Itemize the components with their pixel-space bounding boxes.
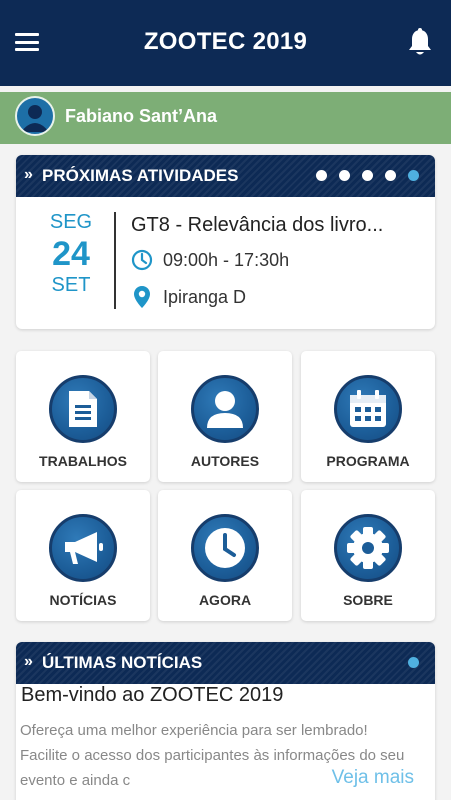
carousel-dots — [316, 170, 419, 181]
upcoming-activities-card: » PRÓXIMAS ATIVIDADES SEG 24 SET GT8 - R… — [16, 155, 435, 329]
user-name: Fabiano Sant’Ana — [65, 106, 218, 126]
read-more-link[interactable]: Veja mais — [309, 767, 414, 789]
menu-tile-agora[interactable]: AGORA — [158, 490, 292, 621]
app-title: ZOOTEC 2019 — [143, 28, 308, 55]
carousel-dot[interactable] — [385, 170, 396, 181]
menu-tile-autores[interactable]: AUTORES — [158, 351, 292, 482]
double-chevron-icon: » — [24, 166, 33, 183]
app-header: ZOOTEC 2019 — [0, 0, 451, 86]
event-date: SEG 24 SET — [16, 211, 126, 297]
event-time: 09:00h - 17:30h — [163, 249, 290, 270]
bell-icon[interactable] — [407, 28, 433, 56]
event-location-row: Ipiranga D — [131, 285, 246, 309]
event-time-row: 09:00h - 17:30h — [131, 249, 289, 271]
menu-tile-programa[interactable]: PROGRAMA — [301, 351, 435, 482]
menu-label: NOTÍCIAS — [49, 592, 117, 608]
gear-icon — [334, 514, 402, 582]
calendar-icon — [334, 375, 402, 443]
date-divider — [114, 212, 116, 309]
upcoming-activities-header: » PRÓXIMAS ATIVIDADES — [16, 155, 435, 197]
menu-tile-trabalhos[interactable]: TRABALHOS — [16, 351, 150, 482]
latest-news-header: » ÚLTIMAS NOTÍCIAS — [16, 642, 435, 684]
user-bar[interactable]: Fabiano Sant’Ana — [0, 92, 451, 144]
event-location: Ipiranga D — [163, 286, 247, 307]
megaphone-icon — [49, 514, 117, 582]
menu-label: AUTORES — [190, 453, 260, 469]
menu-label: AGORA — [198, 592, 252, 608]
document-icon — [49, 375, 117, 443]
user-avatar-icon — [15, 96, 55, 136]
location-pin-icon — [134, 286, 150, 308]
upcoming-activities-title: PRÓXIMAS ATIVIDADES — [42, 166, 239, 185]
menu-label: PROGRAMA — [326, 453, 410, 469]
menu-tile-sobre[interactable]: SOBRE — [301, 490, 435, 621]
clock-icon — [131, 249, 153, 271]
event-day: 24 — [52, 235, 90, 273]
menu-label: SOBRE — [343, 592, 393, 608]
event-month: SET — [51, 274, 91, 296]
menu-tile-noticias[interactable]: NOTÍCIAS — [16, 490, 150, 621]
news-headline[interactable]: Bem-vindo ao ZOOTEC 2019 — [21, 684, 283, 707]
carousel-dot[interactable] — [362, 170, 373, 181]
double-chevron-icon: » — [24, 653, 33, 670]
carousel-dot[interactable] — [339, 170, 350, 181]
carousel-dot[interactable] — [316, 170, 327, 181]
latest-news-title: ÚLTIMAS NOTÍCIAS — [42, 653, 203, 672]
clock-icon — [191, 514, 259, 582]
event-item[interactable]: SEG 24 SET GT8 - Relevância dos livro...… — [16, 197, 435, 327]
menu-label: TRABALHOS — [39, 453, 127, 469]
carousel-dot-active[interactable] — [408, 170, 419, 181]
person-icon — [191, 375, 259, 443]
carousel-dots — [408, 657, 419, 668]
event-weekday: SEG — [49, 211, 93, 233]
carousel-dot-active[interactable] — [408, 657, 419, 668]
event-title: GT8 - Relevância dos livro... — [131, 214, 384, 236]
